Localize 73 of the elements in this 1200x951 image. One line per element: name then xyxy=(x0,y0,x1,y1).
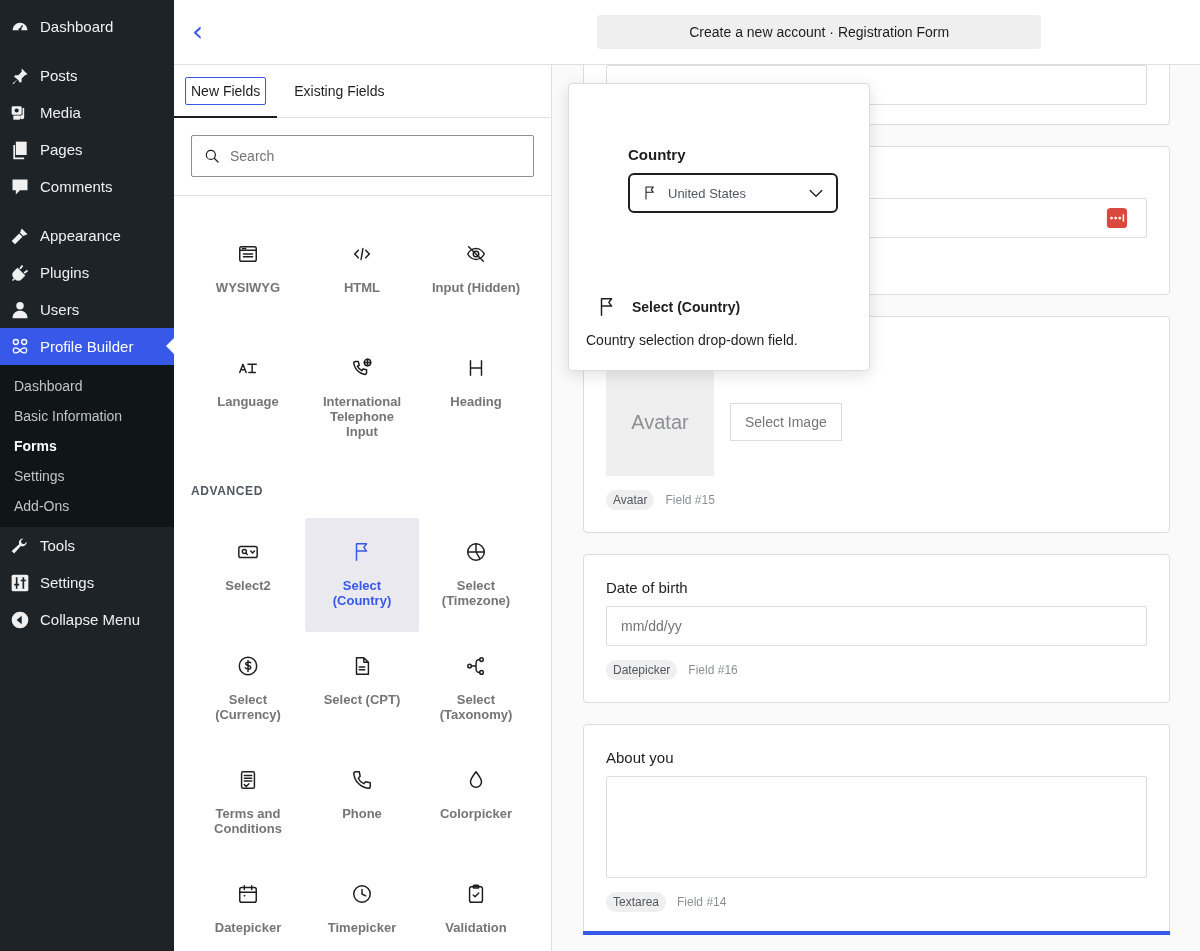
textarea-field[interactable] xyxy=(606,776,1147,878)
sidebar-item[interactable]: Comments xyxy=(0,168,174,205)
phone-icon xyxy=(351,769,373,791)
eye-slash-icon xyxy=(465,243,487,265)
clock-icon xyxy=(351,883,373,905)
submenu-item[interactable]: Basic Information xyxy=(0,401,174,431)
field-type-item[interactable]: Select (CPT) xyxy=(305,632,419,746)
field-type-item[interactable]: Language xyxy=(191,334,305,448)
tab[interactable]: New Fields xyxy=(174,65,278,118)
field-type-item[interactable]: Select (Timezone) xyxy=(419,518,533,632)
sidebar-item[interactable]: Settings xyxy=(0,564,174,601)
sliders-icon xyxy=(10,572,30,593)
field-type-tag: Avatar xyxy=(606,490,655,510)
avatar-placeholder-text: Avatar xyxy=(631,410,689,434)
sidebar-item[interactable]: Media xyxy=(0,94,174,131)
field-type-item[interactable]: Select (Taxonomy) xyxy=(419,632,533,746)
field-type-item[interactable]: Phone xyxy=(305,746,419,860)
popover-title: Select (Country) xyxy=(632,299,741,315)
field-type-item[interactable]: Datepicker xyxy=(191,860,305,951)
tab[interactable]: Existing Fields xyxy=(277,65,402,118)
field-type-item[interactable]: Select (Currency) xyxy=(191,632,305,746)
field-type-item[interactable]: Terms and Conditions xyxy=(191,746,305,860)
field-type-item[interactable]: Heading xyxy=(419,334,533,448)
sidebar-item[interactable]: Tools xyxy=(0,527,174,564)
field-type-item[interactable]: Input (Hidden) xyxy=(419,220,533,334)
popover-description: Country selection drop-down field. xyxy=(586,332,799,348)
sidebar-item[interactable]: Users xyxy=(0,291,174,328)
search-field[interactable]: Search xyxy=(191,135,534,177)
dollar-icon xyxy=(237,655,259,677)
field-type-tag: Datepicker xyxy=(606,660,678,680)
field-type-item[interactable]: Timepicker xyxy=(305,860,419,951)
pages-icon xyxy=(10,139,30,160)
preview-label: Country xyxy=(628,146,687,163)
sidebar-item[interactable]: Profile Builder xyxy=(0,328,174,365)
field-id: Field #15 xyxy=(665,493,715,507)
search-icon xyxy=(203,147,221,165)
field-id: Field #14 xyxy=(677,895,727,909)
sidebar-item[interactable]: Plugins xyxy=(0,254,174,291)
loops-icon xyxy=(10,336,30,357)
plug-icon xyxy=(10,262,30,283)
field-type-item[interactable]: Select (Country) xyxy=(305,518,419,632)
field-type-item[interactable]: HTML xyxy=(305,220,419,334)
nodes-icon xyxy=(465,655,487,677)
back-button[interactable]: ‹ xyxy=(188,18,208,46)
field-type-item[interactable]: International Telephone Input xyxy=(305,334,419,448)
submenu-item[interactable]: Settings xyxy=(0,461,174,491)
browser-window-icon xyxy=(237,243,259,265)
field-type-item[interactable]: Colorpicker xyxy=(419,746,533,860)
person-icon xyxy=(10,299,30,320)
sidebar-item[interactable]: Dashboard xyxy=(0,8,174,45)
left-arrow-circle-icon xyxy=(10,609,30,630)
password-manager-icon[interactable] xyxy=(1106,207,1128,229)
field-type-item[interactable]: WYSIWYG xyxy=(191,220,305,334)
circle-clock-icon xyxy=(465,541,487,563)
sidebar-item[interactable]: Appearance xyxy=(0,217,174,254)
form-title: Create a new account · Registration Form xyxy=(597,15,1042,49)
date-field[interactable]: mm/dd/yy xyxy=(606,606,1147,646)
submenu-item[interactable]: Forms xyxy=(0,431,174,461)
sidebar-item[interactable]: Posts xyxy=(0,57,174,94)
submenu-item[interactable]: Add-Ons xyxy=(0,491,174,521)
field-id: Field #16 xyxy=(688,663,738,677)
sidebar-item[interactable]: Pages xyxy=(0,131,174,168)
sidebar-item[interactable]: Collapse Menu xyxy=(0,601,174,638)
select-image-button[interactable]: Select Image xyxy=(730,403,842,441)
field-type-item[interactable]: Validation xyxy=(419,860,533,951)
section-heading: ADVANCED xyxy=(191,484,264,498)
select-value: United States xyxy=(668,185,748,201)
field-label: About you xyxy=(606,749,675,766)
field-label: Date of birth xyxy=(606,579,689,596)
submenu-item[interactable]: Dashboard xyxy=(0,371,174,401)
field-type-tag: Textarea xyxy=(606,892,667,912)
field-type-item[interactable]: Select2 xyxy=(191,518,305,632)
calendar-icon xyxy=(237,883,259,905)
